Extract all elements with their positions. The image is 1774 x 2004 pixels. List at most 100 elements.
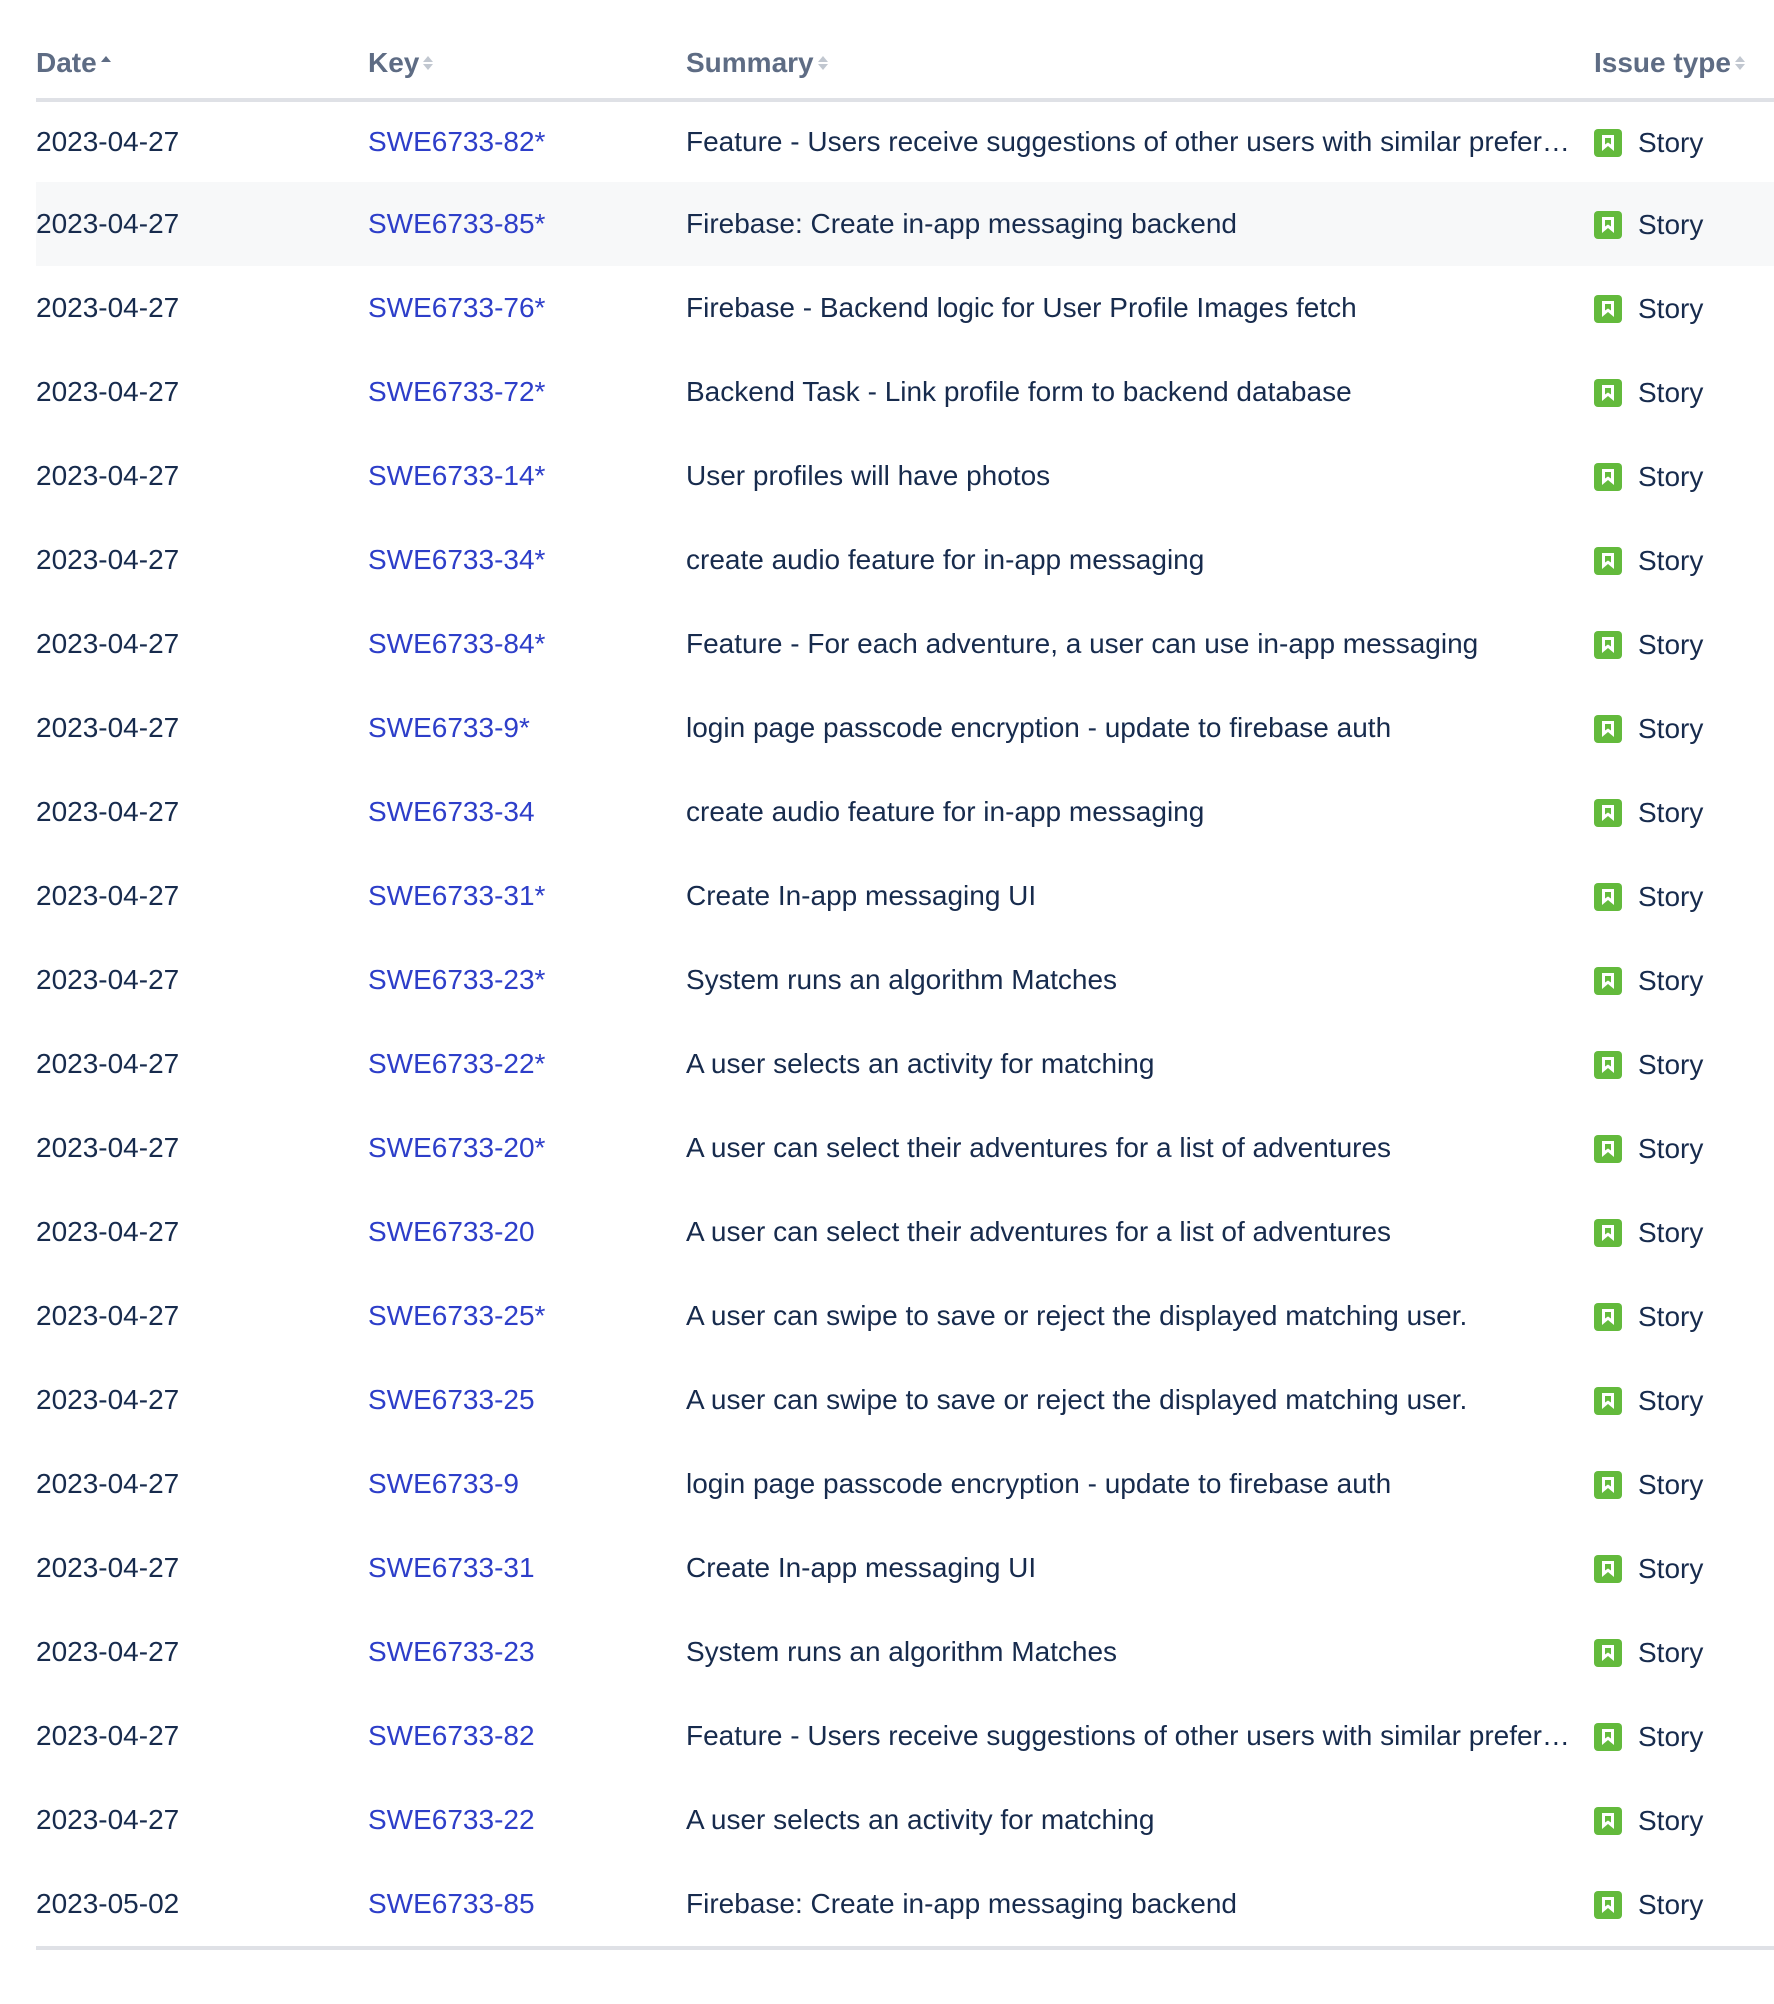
issue-key-link[interactable]: SWE6733-34 (368, 796, 535, 827)
issue-key-link[interactable]: SWE6733-14* (368, 460, 545, 491)
summary-cell: Firebase: Create in-app messaging backen… (686, 1862, 1594, 1950)
summary-text: A user can select their adventures for a… (686, 1132, 1392, 1163)
issue-key-link[interactable]: SWE6733-25* (368, 1300, 545, 1331)
key-cell: SWE6733-85 (368, 1862, 686, 1950)
column-header-key[interactable]: Key (368, 28, 686, 102)
issue-key-link[interactable]: SWE6733-9* (368, 712, 530, 743)
issue-key-link[interactable]: SWE6733-82* (368, 126, 545, 157)
table-row[interactable]: 2023-04-27 SWE6733-25 A user can swipe t… (36, 1358, 1774, 1442)
issue-type-label: Story (1638, 1636, 1704, 1668)
summary-text: Create In-app messaging UI (686, 1552, 1037, 1583)
issue-key-link[interactable]: SWE6733-84* (368, 628, 545, 659)
key-cell: SWE6733-9* (368, 686, 686, 770)
issue-type-cell: Story (1594, 1106, 1774, 1190)
key-cell: SWE6733-85* (368, 182, 686, 266)
summary-cell: Firebase: Create in-app messaging backen… (686, 182, 1594, 266)
key-cell: SWE6733-82* (368, 100, 686, 182)
table-row[interactable]: 2023-05-02 SWE6733-85 Firebase: Create i… (36, 1862, 1774, 1950)
key-cell: SWE6733-20* (368, 1106, 686, 1190)
summary-text: Firebase: Create in-app messaging backen… (686, 1888, 1237, 1919)
column-header-date[interactable]: Date (36, 28, 368, 102)
summary-text: Firebase - Backend logic for User Profil… (686, 292, 1357, 323)
summary-text: System runs an algorithm Matches (686, 964, 1118, 995)
issue-key-link[interactable]: SWE6733-72* (368, 376, 545, 407)
table-row[interactable]: 2023-04-27 SWE6733-20 A user can select … (36, 1190, 1774, 1274)
issue-key-link[interactable]: SWE6733-20 (368, 1216, 535, 1247)
issue-key-link[interactable]: SWE6733-34* (368, 544, 545, 575)
issue-key-link[interactable]: SWE6733-25 (368, 1384, 535, 1415)
table-row[interactable]: 2023-04-27 SWE6733-22* A user selects an… (36, 1022, 1774, 1106)
issue-type-cell: Story (1594, 1862, 1774, 1950)
issue-type-label: Story (1638, 796, 1704, 828)
issue-type-cell: Story (1594, 266, 1774, 350)
table-row[interactable]: 2023-04-27 SWE6733-76* Firebase - Backen… (36, 266, 1774, 350)
issue-key-link[interactable]: SWE6733-20* (368, 1132, 545, 1163)
summary-cell: User profiles will have photos (686, 434, 1594, 518)
issue-key-link[interactable]: SWE6733-85* (368, 208, 545, 239)
summary-text: Feature - Users receive suggestions of o… (686, 1720, 1570, 1751)
table-row[interactable]: 2023-04-27 SWE6733-9* login page passcod… (36, 686, 1774, 770)
date-cell: 2023-04-27 (36, 544, 180, 575)
issue-type-cell: Story (1594, 434, 1774, 518)
summary-text: Firebase: Create in-app messaging backen… (686, 208, 1237, 239)
table-row[interactable]: 2023-04-27 SWE6733-72* Backend Task - Li… (36, 350, 1774, 434)
summary-cell: Feature - Users receive suggestions of o… (686, 1694, 1594, 1778)
issue-key-link[interactable]: SWE6733-82 (368, 1720, 535, 1751)
issue-key-link[interactable]: SWE6733-31* (368, 880, 545, 911)
issue-key-link[interactable]: SWE6733-23 (368, 1636, 535, 1667)
issue-type-cell: Story (1594, 1778, 1774, 1862)
table-row[interactable]: 2023-04-27 SWE6733-34* create audio feat… (36, 518, 1774, 602)
date-cell: 2023-04-27 (36, 182, 368, 266)
table-row[interactable]: 2023-04-27 SWE6733-31* Create In-app mes… (36, 854, 1774, 938)
story-icon (1594, 630, 1622, 659)
issue-key-link[interactable]: SWE6733-22* (368, 1048, 545, 1079)
summary-text: Backend Task - Link profile form to back… (686, 376, 1352, 407)
column-header-summary[interactable]: Summary (686, 28, 1594, 102)
table-row[interactable]: 2023-04-27 SWE6733-9 login page passcode… (36, 1442, 1774, 1526)
table-row[interactable]: 2023-04-27 SWE6733-34 create audio featu… (36, 770, 1774, 854)
date-cell: 2023-04-27 (36, 376, 180, 407)
issue-key-link[interactable]: SWE6733-76* (368, 292, 545, 323)
issue-type-cell: Story (1594, 770, 1774, 854)
summary-text: A user selects an activity for matching (686, 1048, 1155, 1079)
issue-history-table: Date Key Summary Issue type 2023-04-27 S… (36, 28, 1774, 1950)
date-cell: 2023-04-27 (36, 712, 180, 743)
issue-key-link[interactable]: SWE6733-85 (368, 1888, 535, 1919)
summary-text: Feature - For each adventure, a user can… (686, 628, 1479, 659)
key-cell: SWE6733-82 (368, 1694, 686, 1778)
table-row[interactable]: 2023-04-27 SWE6733-23 System runs an alg… (36, 1610, 1774, 1694)
key-cell: SWE6733-34* (368, 518, 686, 602)
summary-cell: create audio feature for in-app messagin… (686, 518, 1594, 602)
table-row[interactable]: 2023-04-27 SWE6733-22 A user selects an … (36, 1778, 1774, 1862)
summary-cell: Firebase - Backend logic for User Profil… (686, 266, 1594, 350)
issue-key-link[interactable]: SWE6733-23* (368, 964, 545, 995)
story-icon (1594, 1302, 1622, 1331)
issue-key-link[interactable]: SWE6733-9 (368, 1468, 519, 1499)
table-row[interactable]: 2023-04-27 SWE6733-14* User profiles wil… (36, 434, 1774, 518)
table-row[interactable]: 2023-04-27 SWE6733-85* Firebase: Create … (36, 182, 1774, 266)
issue-type-label: Story (1638, 376, 1704, 408)
summary-text: A user can swipe to save or reject the d… (686, 1300, 1468, 1331)
issue-key-link[interactable]: SWE6733-31 (368, 1552, 535, 1583)
table-row[interactable]: 2023-04-27 SWE6733-23* System runs an al… (36, 938, 1774, 1022)
issue-type-label: Story (1638, 460, 1704, 492)
column-header-issue-type[interactable]: Issue type (1594, 28, 1774, 102)
issue-type-label: Story (1638, 208, 1704, 240)
story-icon (1594, 1638, 1622, 1667)
table-row[interactable]: 2023-04-27 SWE6733-84* Feature - For eac… (36, 602, 1774, 686)
date-cell: 2023-04-27 (36, 628, 180, 659)
issue-key-link[interactable]: SWE6733-22 (368, 1804, 535, 1835)
table-row[interactable]: 2023-04-27 SWE6733-25* A user can swipe … (36, 1274, 1774, 1358)
issue-history-table-container: Date Key Summary Issue type 2023-04-27 S… (36, 28, 1774, 1950)
story-icon (1594, 1218, 1622, 1247)
table-row[interactable]: 2023-04-27 SWE6733-20* A user can select… (36, 1106, 1774, 1190)
issue-type-cell: Story (1594, 938, 1774, 1022)
table-row[interactable]: 2023-04-27 SWE6733-82 Feature - Users re… (36, 1694, 1774, 1778)
date-cell: 2023-04-27 (36, 1636, 180, 1667)
date-cell: 2023-04-27 (36, 1300, 180, 1331)
key-cell: SWE6733-25 (368, 1358, 686, 1442)
table-row[interactable]: 2023-04-27 SWE6733-82* Feature - Users r… (36, 100, 1774, 182)
table-row[interactable]: 2023-04-27 SWE6733-31 Create In-app mess… (36, 1526, 1774, 1610)
summary-text: create audio feature for in-app messagin… (686, 796, 1205, 827)
issue-type-label: Story (1638, 1468, 1704, 1500)
